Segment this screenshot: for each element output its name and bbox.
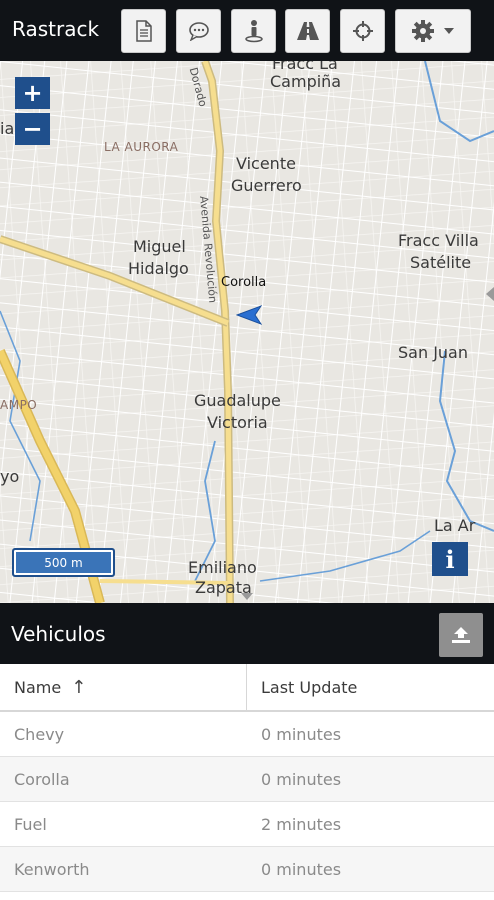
- locate-button[interactable]: [340, 9, 385, 53]
- vehicle-name: Kenworth: [14, 859, 90, 879]
- crosshair-icon: [352, 21, 373, 41]
- zoom-out-button[interactable]: −: [15, 113, 50, 145]
- top-navbar: Rastrack: [0, 0, 494, 61]
- vehicle-last-update: 0 minutes: [261, 724, 342, 744]
- map-label: Miguel: [133, 237, 186, 256]
- column-header-last-update[interactable]: Last Update: [247, 664, 494, 710]
- chevron-down-icon: [444, 28, 454, 34]
- upload-icon: [452, 627, 470, 643]
- vehicle-marker-label: Corolla: [221, 275, 267, 290]
- messages-button[interactable]: [176, 9, 221, 53]
- map-label: San Juan: [398, 343, 468, 362]
- map-view[interactable]: Fracc La Campiña LA AURORA Vicente Guerr…: [0, 61, 494, 603]
- vehicle-name: Fuel: [14, 814, 47, 834]
- map-label: Hidalgo: [128, 259, 189, 278]
- poi-button[interactable]: [231, 9, 276, 53]
- table-header: Name ↑ Last Update: [0, 664, 494, 712]
- column-label: Last Update: [261, 677, 358, 697]
- vehicle-name: Chevy: [14, 724, 65, 744]
- map-label: ia: [0, 119, 15, 138]
- map-scale-bar: 500 m: [12, 548, 115, 577]
- map-label: Victoria: [207, 413, 268, 432]
- zoom-in-button[interactable]: +: [15, 77, 50, 109]
- routes-button[interactable]: [285, 9, 330, 53]
- map-label: Emiliano: [188, 558, 257, 577]
- side-panel-toggle-icon[interactable]: [486, 287, 494, 301]
- map-label: Campiña: [270, 72, 342, 91]
- vehicle-last-update: 0 minutes: [261, 859, 342, 879]
- vehicles-panel-header: Vehiculos: [0, 603, 494, 664]
- road-icon: [296, 22, 319, 40]
- vehicle-name: Corolla: [14, 769, 70, 789]
- settings-dropdown-button[interactable]: [395, 9, 471, 53]
- export-button[interactable]: [439, 613, 483, 657]
- app-title: Rastrack: [12, 17, 100, 41]
- vehicle-last-update: 2 minutes: [261, 814, 342, 834]
- column-header-name[interactable]: Name ↑: [0, 664, 247, 710]
- map-label: Fracc Villa: [398, 231, 479, 250]
- map-label: Guerrero: [231, 176, 302, 195]
- map-label: yo: [0, 467, 20, 486]
- map-streets: [0, 61, 494, 603]
- table-row[interactable]: Kenworth 0 minutes: [0, 847, 494, 892]
- map-label: Satélite: [410, 253, 472, 272]
- gear-icon: [412, 20, 434, 42]
- sort-ascending-icon: ↑: [71, 676, 87, 698]
- vehicles-table: Name ↑ Last Update Chevy 0 minutes Corol…: [0, 664, 494, 892]
- panel-collapse-icon[interactable]: [241, 593, 253, 600]
- reports-button[interactable]: [121, 9, 166, 53]
- map-label: Vicente: [236, 154, 296, 173]
- table-row[interactable]: Chevy 0 minutes: [0, 712, 494, 757]
- vehicle-last-update: 0 minutes: [261, 769, 342, 789]
- map-info-button[interactable]: i: [432, 542, 468, 576]
- map-label: Guadalupe: [194, 391, 281, 410]
- panel-title: Vehiculos: [11, 622, 106, 646]
- chat-icon: [188, 22, 209, 41]
- table-row[interactable]: Fuel 2 minutes: [0, 802, 494, 847]
- map-label: LA AURORA: [104, 140, 179, 154]
- column-label: Name: [14, 677, 62, 697]
- map-label: La Ar: [434, 516, 476, 535]
- table-row[interactable]: Corolla 0 minutes: [0, 757, 494, 802]
- person-pin-icon: [244, 20, 263, 43]
- document-icon: [135, 20, 152, 42]
- map-label: AMPO: [0, 398, 38, 412]
- navigation-arrow-icon[interactable]: [236, 305, 262, 325]
